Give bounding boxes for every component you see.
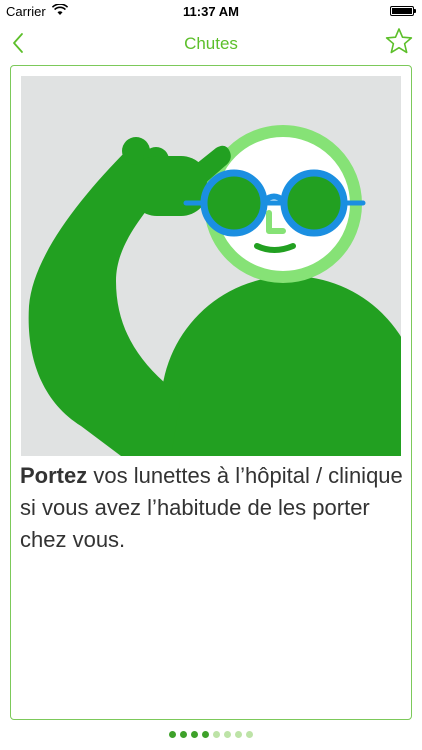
page-title: Chutes bbox=[184, 34, 238, 53]
page-dot[interactable] bbox=[235, 731, 242, 738]
page-dot[interactable] bbox=[224, 731, 231, 738]
illustration bbox=[21, 76, 401, 456]
page-indicator[interactable] bbox=[0, 731, 422, 741]
person-wearing-glasses-illustration bbox=[21, 76, 401, 456]
clock-time: 11:37 AM bbox=[183, 4, 239, 19]
favorite-button[interactable] bbox=[384, 26, 414, 56]
battery-icon bbox=[390, 6, 416, 16]
advice-text-bold: Portez bbox=[20, 463, 88, 488]
page-dot[interactable] bbox=[180, 731, 187, 738]
page-dot[interactable] bbox=[191, 731, 198, 738]
advice-card: Portez vos lunettes à l’hôpital / cliniq… bbox=[10, 65, 412, 720]
status-bar: Carrier 11:37 AM bbox=[0, 0, 422, 22]
star-outline-icon bbox=[385, 28, 413, 54]
page-dot[interactable] bbox=[213, 731, 220, 738]
page-dot[interactable] bbox=[246, 731, 253, 738]
navigation-bar: Chutes bbox=[0, 22, 422, 64]
advice-text: Portez vos lunettes à l’hôpital / cliniq… bbox=[20, 460, 404, 556]
page-dot[interactable] bbox=[169, 731, 176, 738]
page-dot[interactable] bbox=[202, 731, 209, 738]
